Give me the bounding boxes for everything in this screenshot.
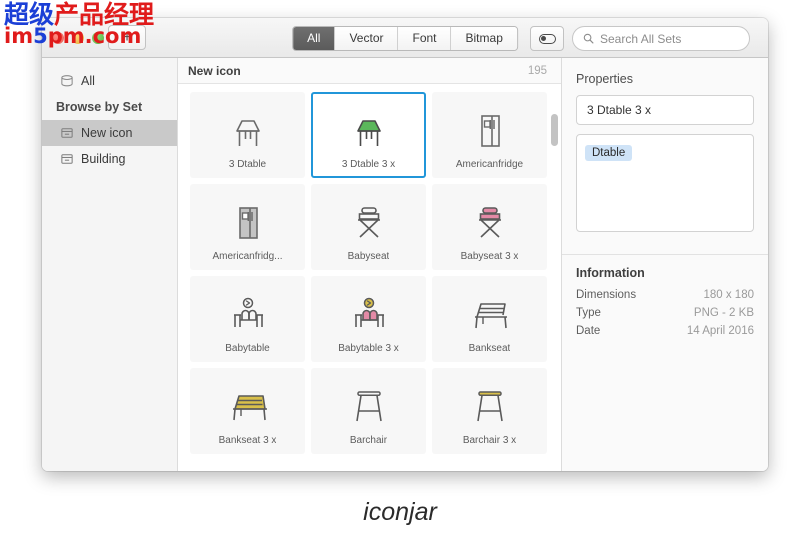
properties-title: Properties — [576, 72, 633, 86]
window-titlebar: + All Vector Font Bitmap Search All Sets — [42, 18, 768, 58]
table-3d-green-icon — [346, 101, 392, 153]
icon-cell[interactable]: 3 Dtable — [190, 92, 305, 178]
icon-cell-label: Bankseat — [468, 342, 511, 354]
close-button-icon[interactable] — [52, 32, 64, 44]
sidebar-item-building-label: Building — [81, 152, 126, 166]
icon-cell-label: 3 Dtable — [228, 158, 267, 170]
icon-cell-label: Barchair — [349, 434, 388, 446]
directors-chair-icon — [346, 193, 392, 245]
jar-icon — [61, 154, 73, 164]
info-row-type: Type PNG - 2 KB — [576, 304, 754, 322]
traffic-lights — [52, 32, 104, 44]
stack-icon — [61, 75, 73, 87]
icon-cell[interactable]: Babytable — [190, 276, 305, 362]
bar-stool-outline-icon — [349, 377, 389, 429]
add-set-button[interactable]: + — [108, 25, 146, 50]
minimize-button-icon[interactable] — [72, 32, 84, 44]
icon-cell[interactable]: Babyseat 3 x — [432, 184, 547, 270]
info-value: 14 April 2016 — [686, 325, 754, 337]
bar-stool-gold-icon — [470, 377, 510, 429]
baby-table-outline-icon — [224, 285, 272, 337]
inspector-panel: Properties 3 Dtable 3 x Dtable Informati… — [562, 58, 768, 471]
filter-tab-vector[interactable]: Vector — [335, 27, 399, 50]
grid-header-title: New icon — [188, 63, 241, 78]
information-title: Information — [576, 266, 645, 280]
icon-cell-selected[interactable]: 3 Dtable 3 x — [311, 92, 426, 178]
info-key: Type — [576, 307, 601, 319]
info-key: Dimensions — [576, 289, 637, 301]
sidebar-item-all-label: All — [81, 74, 95, 88]
icon-cell[interactable]: Bankseat — [432, 276, 547, 362]
zoom-button-icon[interactable] — [92, 32, 104, 44]
icon-name-value: 3 Dtable 3 x — [587, 103, 652, 117]
bench-yellow-icon — [223, 377, 273, 429]
icon-cell[interactable]: Babyseat — [311, 184, 426, 270]
icon-cell-label: 3 Dtable 3 x — [341, 158, 396, 170]
icon-grid-column: New icon 195 3 Dtable 3 Dtable 3 x Ameri… — [178, 58, 562, 471]
table-3d-outline-icon — [225, 101, 271, 153]
icon-cell[interactable]: Americanfridg... — [190, 184, 305, 270]
switch-toggle-icon — [538, 33, 556, 44]
info-row-dimensions: Dimensions 180 x 180 — [576, 286, 754, 304]
icon-cell[interactable]: Bankseat 3 x — [190, 368, 305, 454]
sidebar-item-new-icon[interactable]: New icon — [42, 120, 177, 146]
icon-cell-label: Babytable — [225, 342, 270, 354]
icon-grid: 3 Dtable 3 Dtable 3 x Americanfridge Ame… — [178, 84, 561, 462]
sidebar-item-new-icon-label: New icon — [81, 126, 133, 140]
search-icon — [583, 33, 594, 44]
search-placeholder: Search All Sets — [600, 31, 682, 46]
icon-cell-label: Babytable 3 x — [338, 342, 399, 354]
icon-cell[interactable]: Babytable 3 x — [311, 276, 426, 362]
filter-segmented-control[interactable]: All Vector Font Bitmap — [292, 26, 518, 51]
icon-name-field[interactable]: 3 Dtable 3 x — [576, 95, 754, 125]
fridge-filled-gray-icon — [225, 193, 271, 245]
view-toggle-button[interactable] — [530, 26, 564, 51]
tags-box[interactable]: Dtable — [576, 134, 754, 232]
icon-cell-label: Babyseat — [347, 250, 390, 262]
grid-scrollbar-thumb[interactable] — [551, 114, 558, 146]
grid-scrollbar[interactable] — [551, 114, 558, 471]
grid-scroll-area[interactable]: 3 Dtable 3 Dtable 3 x Americanfridge Ame… — [178, 84, 561, 471]
icon-cell-label: Americanfridge — [455, 158, 524, 170]
info-value: 180 x 180 — [703, 289, 754, 301]
sidebar-section-header: Browse by Set — [56, 100, 143, 114]
figure-caption: iconjar — [363, 498, 437, 526]
icon-cell[interactable]: Americanfridge — [432, 92, 547, 178]
search-field[interactable]: Search All Sets — [572, 26, 750, 51]
filter-tab-font[interactable]: Font — [398, 27, 452, 50]
iconjar-window: + All Vector Font Bitmap Search All Sets — [42, 18, 768, 471]
inspector-divider — [562, 254, 768, 255]
bench-outline-icon — [465, 285, 515, 337]
icon-cell-label: Bankseat 3 x — [218, 434, 277, 446]
info-row-date: Date 14 April 2016 — [576, 322, 754, 340]
plus-icon: + — [122, 28, 132, 46]
directors-chair-pink-icon — [467, 193, 513, 245]
jar-icon — [61, 128, 73, 138]
icon-cell[interactable]: Barchair — [311, 368, 426, 454]
baby-table-pink-icon — [345, 285, 393, 337]
icon-cell-label: Americanfridg... — [212, 250, 283, 262]
filter-tab-all[interactable]: All — [293, 27, 336, 50]
sidebar-item-all[interactable]: All — [42, 68, 177, 94]
sidebar: All Browse by Set New icon Building — [42, 58, 178, 471]
icon-cell[interactable]: Barchair 3 x — [432, 368, 547, 454]
info-value: PNG - 2 KB — [693, 307, 754, 319]
watermark-url-a: im — [4, 24, 34, 49]
info-key: Date — [576, 325, 601, 337]
icon-cell-label: Babyseat 3 x — [460, 250, 519, 262]
window-body: All Browse by Set New icon Building New … — [42, 58, 768, 471]
grid-header-count: 195 — [527, 64, 547, 77]
tag-chip[interactable]: Dtable — [585, 145, 633, 161]
fridge-outline-icon — [467, 101, 513, 153]
filter-tab-bitmap[interactable]: Bitmap — [451, 27, 517, 50]
grid-header: New icon 195 — [178, 58, 561, 84]
screenshot-root: + All Vector Font Bitmap Search All Sets — [0, 0, 800, 534]
icon-cell-label: Barchair 3 x — [462, 434, 517, 446]
sidebar-item-building[interactable]: Building — [42, 146, 177, 172]
